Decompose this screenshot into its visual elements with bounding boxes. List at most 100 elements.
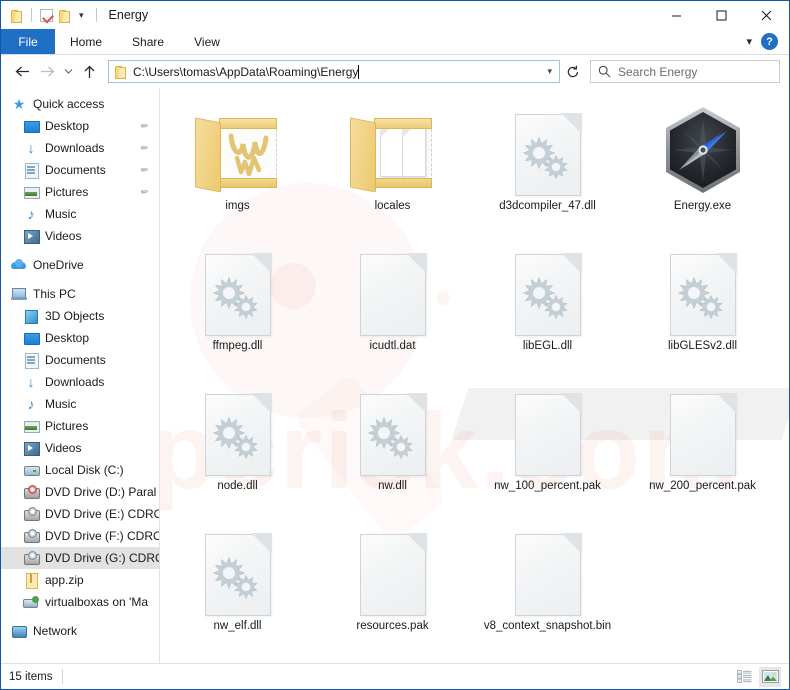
- file-item[interactable]: ffmpeg.dll: [160, 236, 315, 376]
- file-item[interactable]: resources.pak: [315, 516, 470, 656]
- large-icons-view-button[interactable]: [759, 666, 781, 687]
- sidebar-group-network[interactable]: Network: [1, 620, 159, 642]
- file-item[interactable]: imgs: [160, 96, 315, 236]
- quick-access-toolbar: ▾ Energy: [1, 8, 148, 23]
- file-thumbnail: [655, 380, 751, 476]
- file-list-pane[interactable]: pcrisk.com imgs locales d3dcompiler_47.dll…: [160, 88, 789, 663]
- close-button[interactable]: [744, 1, 789, 29]
- main-split: ★ Quick access Desktop ✐ ↓ Downloads ✐ Document…: [1, 88, 789, 663]
- sidebar-item-3d-objects[interactable]: 3D Objects: [1, 305, 159, 327]
- chevron-down-icon[interactable]: ▾: [746, 35, 752, 48]
- sidebar-item-app-zip[interactable]: app.zip: [1, 569, 159, 591]
- sidebar-item-documents[interactable]: Documents ✐: [1, 159, 159, 181]
- folder-front: [194, 117, 221, 193]
- page-fold: [405, 533, 427, 554]
- forward-button[interactable]: [35, 59, 60, 84]
- sidebar-item-label: DVD Drive (G:) CDRO: [45, 551, 159, 565]
- pin-icon[interactable]: ✐: [138, 119, 150, 132]
- recent-locations-button[interactable]: [60, 59, 77, 84]
- file-explorer-window: ▾ Energy File Home Share View ▾ ? C:\Use…: [0, 0, 790, 690]
- address-input[interactable]: C:\Users\tomas\AppData\Roaming\Energy ▾: [108, 60, 560, 83]
- minimize-button[interactable]: [654, 1, 699, 29]
- sidebar-item-downloads[interactable]: ↓ Downloads: [1, 371, 159, 393]
- tab-view[interactable]: View: [179, 29, 235, 54]
- sidebar-item-virtualboxas-on-ma[interactable]: virtualboxas on 'Ma: [1, 591, 159, 613]
- file-name-label: resources.pak: [356, 620, 429, 632]
- sidebar-item-music[interactable]: ♪ Music: [1, 203, 159, 225]
- sidebar-item-local-disk-c[interactable]: Local Disk (C:): [1, 459, 159, 481]
- videos-icon: [23, 440, 40, 456]
- sidebar-item-dvd-drive-d-paral[interactable]: DVD Drive (D:) Paral: [1, 481, 159, 503]
- dvd-drive-icon: [23, 528, 40, 544]
- folder-thumbnail: [223, 128, 273, 182]
- sidebar-item-music[interactable]: ♪ Music: [1, 393, 159, 415]
- file-item[interactable]: nw_elf.dll: [160, 516, 315, 656]
- new-folder-icon[interactable]: [58, 9, 71, 23]
- help-icon[interactable]: ?: [761, 33, 778, 50]
- toolbar-divider: [31, 8, 32, 22]
- file-item[interactable]: nw.dll: [315, 376, 470, 516]
- tab-file[interactable]: File: [1, 29, 55, 54]
- address-bar: C:\Users\tomas\AppData\Roaming\Energy ▾ …: [1, 55, 789, 88]
- sidebar-item-dvd-drive-e-cdro[interactable]: DVD Drive (E:) CDRO: [1, 503, 159, 525]
- sidebar-item-label: Music: [45, 397, 77, 411]
- sidebar-item-label: Pictures: [45, 185, 89, 199]
- sidebar-item-videos[interactable]: Videos: [1, 225, 159, 247]
- file-item[interactable]: libGLESv2.dll: [625, 236, 780, 376]
- sidebar-item-videos[interactable]: Videos: [1, 437, 159, 459]
- pin-icon[interactable]: ✐: [138, 185, 150, 198]
- folder-icon[interactable]: [10, 9, 23, 23]
- search-input[interactable]: Search Energy: [590, 60, 780, 83]
- sidebar-item-label: Network: [33, 624, 78, 638]
- chevron-down-icon[interactable]: ▾: [547, 66, 555, 77]
- generic-file-icon: [514, 533, 582, 616]
- sidebar-item-label: Pictures: [45, 419, 89, 433]
- page-fold: [250, 253, 272, 274]
- sidebar-item-desktop[interactable]: Desktop ✐: [1, 115, 159, 137]
- folder-base: [373, 178, 432, 188]
- generic-file-icon: [359, 533, 427, 616]
- back-button[interactable]: [10, 59, 35, 84]
- folder-icon: [194, 117, 281, 196]
- pin-icon[interactable]: ✐: [138, 163, 150, 176]
- sidebar-item-pictures[interactable]: Pictures: [1, 415, 159, 437]
- up-button[interactable]: [77, 59, 102, 84]
- file-name-label: locales: [374, 200, 411, 212]
- sidebar-item-downloads[interactable]: ↓ Downloads ✐: [1, 137, 159, 159]
- sidebar-item-dvd-drive-g-cdro[interactable]: DVD Drive (G:) CDRO: [1, 547, 159, 569]
- file-item[interactable]: libEGL.dll: [470, 236, 625, 376]
- network-drive-icon: [23, 594, 39, 610]
- file-name-label: nw_200_percent.pak: [649, 480, 756, 492]
- sidebar-item-label: Desktop: [45, 331, 90, 345]
- tab-home[interactable]: Home: [55, 29, 117, 54]
- sidebar-group-quick-access[interactable]: ★ Quick access: [1, 93, 159, 115]
- sidebar-group-this-pc[interactable]: This PC: [1, 283, 159, 305]
- pin-icon[interactable]: ✐: [138, 141, 150, 154]
- file-item[interactable]: locales: [315, 96, 470, 236]
- details-view-button[interactable]: [733, 667, 755, 687]
- file-item[interactable]: icudtl.dat: [315, 236, 470, 376]
- sidebar-item-label: Local Disk (C:): [45, 463, 124, 477]
- chevron-down-icon[interactable]: ▾: [76, 10, 87, 20]
- tab-share[interactable]: Share: [117, 29, 179, 54]
- sidebar-item-pictures[interactable]: Pictures ✐: [1, 181, 159, 203]
- dll-file-icon: [669, 253, 737, 336]
- sidebar-item-desktop[interactable]: Desktop: [1, 327, 159, 349]
- file-thumbnail: [190, 100, 286, 196]
- file-thumbnail: [345, 520, 441, 616]
- refresh-button[interactable]: [560, 60, 586, 83]
- properties-icon[interactable]: [40, 8, 53, 22]
- file-item[interactable]: v8_context_snapshot.bin: [470, 516, 625, 656]
- sidebar-item-label: virtualboxas on 'Ma: [45, 595, 149, 609]
- sidebar-item-documents[interactable]: Documents: [1, 349, 159, 371]
- sidebar-group-onedrive[interactable]: OneDrive: [1, 254, 159, 276]
- file-item[interactable]: Energy.exe: [625, 96, 780, 236]
- ribbon-tab-bar: File Home Share View ▾ ?: [1, 29, 789, 55]
- sidebar-item-dvd-drive-f-cdro[interactable]: DVD Drive (F:) CDRO: [1, 525, 159, 547]
- file-item[interactable]: d3dcompiler_47.dll: [470, 96, 625, 236]
- file-item[interactable]: nw_100_percent.pak: [470, 376, 625, 516]
- maximize-button[interactable]: [699, 1, 744, 29]
- folder-lip: [218, 118, 277, 129]
- file-item[interactable]: nw_200_percent.pak: [625, 376, 780, 516]
- file-item[interactable]: node.dll: [160, 376, 315, 516]
